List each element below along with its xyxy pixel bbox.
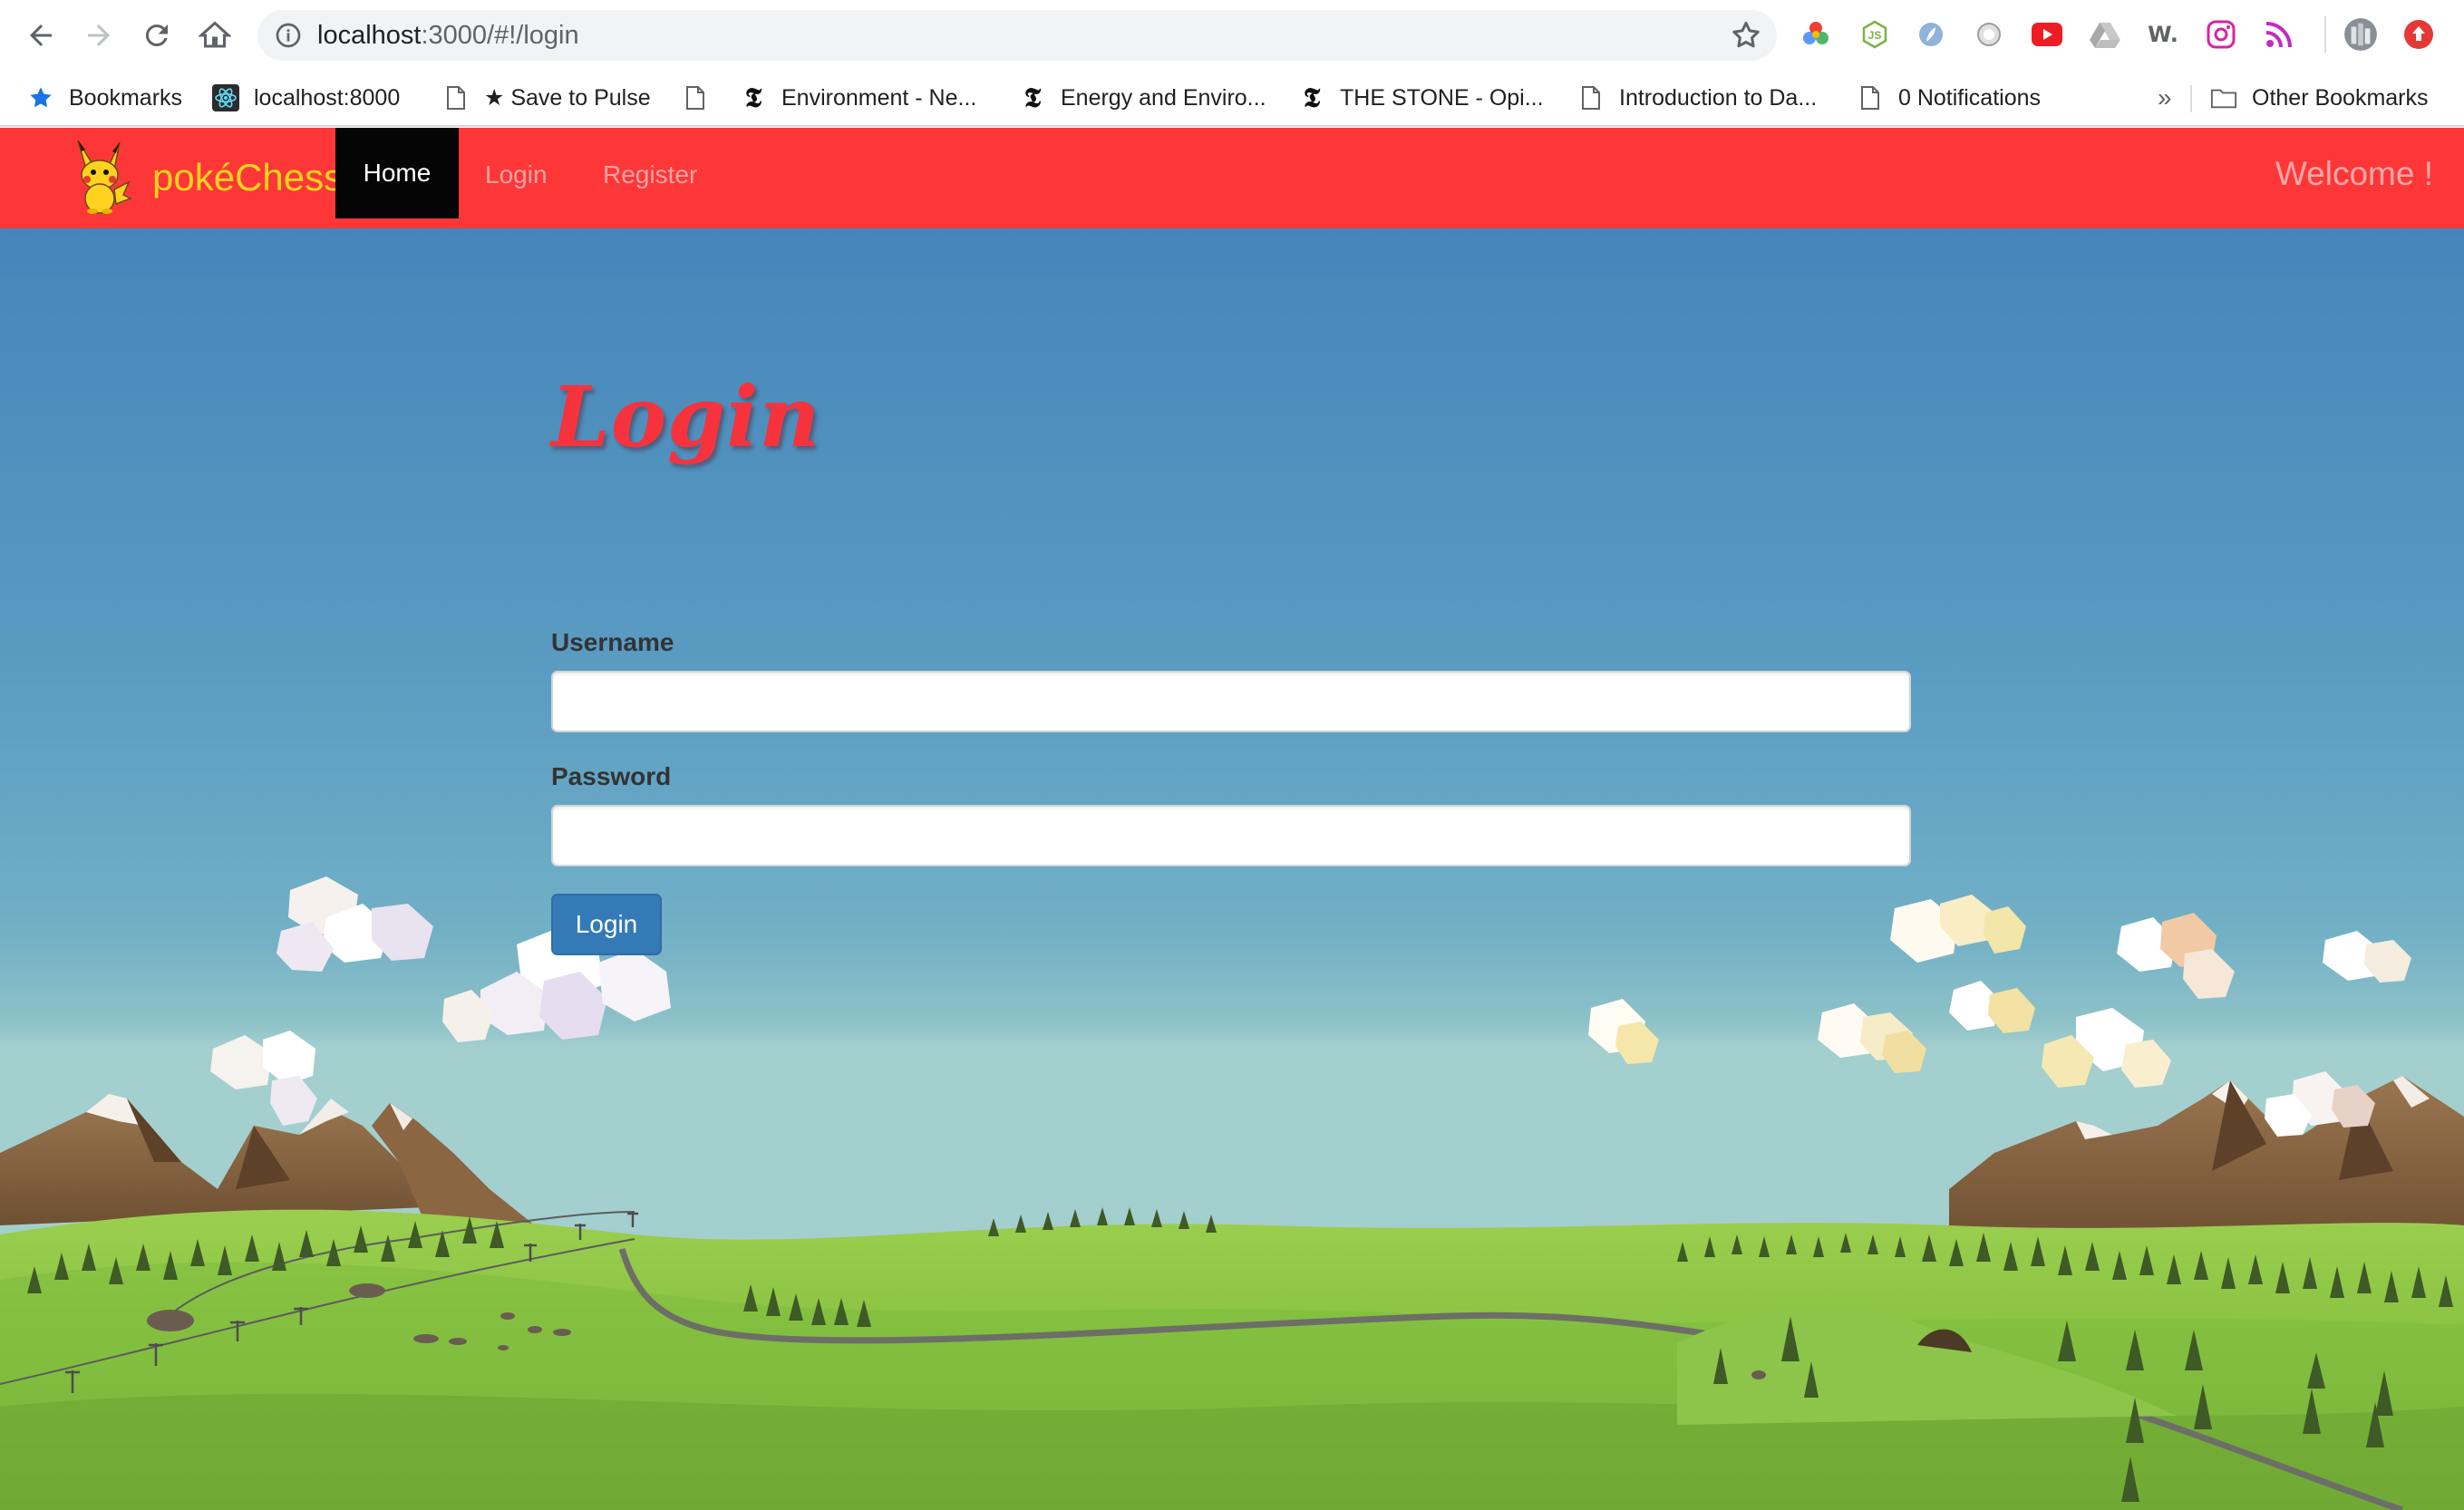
- nav-register-link[interactable]: Register: [603, 159, 697, 191]
- rss-extension-icon[interactable]: [2263, 18, 2295, 51]
- bookmark-save-to-pulse[interactable]: ★ Save to Pulse: [442, 82, 651, 114]
- brand-link[interactable]: pokéChess: [152, 155, 343, 200]
- page-icon: [682, 84, 709, 111]
- color-wheel-extension-icon[interactable]: [1799, 18, 1832, 51]
- nav-home-link[interactable]: Home: [335, 128, 459, 218]
- nyt-icon: 𝕿: [1023, 82, 1042, 114]
- nodejs-extension-icon[interactable]: JS: [1858, 18, 1891, 51]
- login-heading: Login: [551, 368, 821, 466]
- bookmark-label: localhost:8000: [254, 84, 401, 111]
- address-bar[interactable]: localhost:3000/#!/login: [257, 10, 1777, 61]
- url-path: :3000/#!/login: [421, 21, 579, 50]
- bookmark-label: Bookmarks: [69, 84, 183, 111]
- youtube-extension-icon[interactable]: [2031, 18, 2063, 51]
- app-navbar: pokéChess Home Login Register Welcome !: [0, 128, 2464, 228]
- bookmark-environment[interactable]: 𝕿 Environment - Ne...: [740, 82, 977, 114]
- info-icon: [276, 23, 301, 48]
- bookmarks-overflow-button[interactable]: »: [2158, 82, 2172, 114]
- w-extension-icon[interactable]: W.: [2147, 18, 2179, 51]
- back-button[interactable]: [18, 13, 63, 58]
- page-icon: [442, 84, 470, 111]
- bookmark-introduction[interactable]: Introduction to Da...: [1577, 82, 1817, 114]
- password-label: Password: [551, 762, 672, 790]
- toolbar-separator: [2324, 16, 2326, 53]
- svg-text:JS: JS: [1868, 29, 1882, 42]
- login-submit-button[interactable]: Login: [551, 894, 662, 955]
- bookmark-label: 0 Notifications: [1898, 84, 2042, 111]
- forward-arrow-icon: [88, 24, 110, 46]
- nav-login-link[interactable]: Login: [485, 159, 548, 191]
- back-arrow-icon: [30, 24, 52, 46]
- feather-extension-icon[interactable]: [1915, 18, 1947, 51]
- bookmark-bookmarks[interactable]: Bookmarks: [27, 82, 182, 114]
- other-bookmarks[interactable]: Other Bookmarks: [2210, 82, 2429, 114]
- nyt-icon: 𝕿: [744, 82, 762, 114]
- bookmark-label: THE STONE - Opi...: [1340, 84, 1544, 111]
- profile-avatar-icon[interactable]: [2344, 18, 2377, 51]
- instagram-extension-icon[interactable]: [2205, 18, 2237, 51]
- react-icon: [212, 84, 239, 111]
- password-input[interactable]: [551, 805, 1911, 866]
- bookmark-the-stone[interactable]: 𝕿 THE STONE - Opi...: [1298, 82, 1544, 114]
- nyt-icon: 𝕿: [1303, 82, 1321, 114]
- reload-button[interactable]: [134, 13, 179, 58]
- url-text: localhost:3000/#!/login: [317, 19, 579, 52]
- star-icon: [27, 84, 54, 111]
- username-label: Username: [551, 628, 674, 656]
- bookmark-star-icon[interactable]: [1730, 19, 1762, 52]
- bookmark-blank-page[interactable]: [682, 82, 723, 114]
- pikachu-logo-icon[interactable]: [65, 139, 134, 215]
- bookmark-label: Energy and Enviro...: [1061, 84, 1266, 111]
- trees: [27, 1207, 2453, 1502]
- bookmarks-separator: [2190, 85, 2192, 112]
- home-button[interactable]: [192, 13, 238, 58]
- page-icon: [1577, 84, 1605, 111]
- bookmark-label: Environment - Ne...: [781, 84, 977, 111]
- browser-toolbar: localhost:3000/#!/login JS W.: [0, 0, 2464, 71]
- bookmark-energy[interactable]: 𝕿 Energy and Enviro...: [1019, 82, 1266, 114]
- forward-button[interactable]: [76, 13, 121, 58]
- bookmark-notifications[interactable]: 0 Notifications: [1857, 82, 2041, 114]
- username-input[interactable]: [551, 671, 1911, 732]
- bookmark-label: Introduction to Da...: [1619, 84, 1818, 111]
- page-icon: [1857, 84, 1884, 111]
- folder-icon: [2210, 84, 2237, 111]
- welcome-text: Welcome !: [2275, 155, 2433, 192]
- bookmark-label: Other Bookmarks: [2252, 84, 2429, 111]
- home-icon: [199, 21, 231, 48]
- bookmarks-bar: Bookmarks localhost:8000 ★ Save to Pulse…: [0, 71, 2464, 127]
- landscape-background: Login Username Password Login: [0, 228, 2464, 1510]
- reload-icon: [145, 24, 168, 47]
- google-drive-extension-icon[interactable]: [2089, 18, 2121, 51]
- circle-extension-icon[interactable]: [1973, 18, 2005, 51]
- bookmark-localhost-8000[interactable]: localhost:8000: [212, 82, 400, 114]
- upload-extension-icon[interactable]: [2402, 18, 2435, 51]
- url-host: localhost: [317, 21, 422, 50]
- bookmark-label: ★ Save to Pulse: [484, 85, 651, 111]
